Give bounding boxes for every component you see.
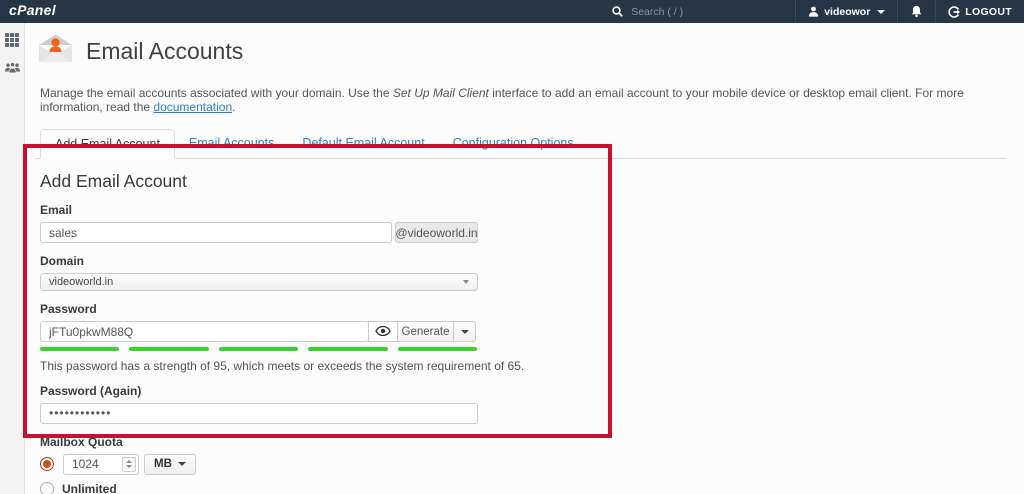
eye-icon: [375, 323, 391, 341]
description-italic: Set Up Mail Client: [392, 86, 489, 100]
cpanel-logo: cPanel: [9, 2, 56, 18]
logout-button[interactable]: LOGOUT: [935, 0, 1024, 23]
notifications-button[interactable]: [897, 0, 935, 23]
left-sidebar: [0, 23, 25, 494]
search-input[interactable]: Search ( / ): [600, 0, 795, 23]
tab-default-email-account[interactable]: Default Email Account: [288, 129, 438, 159]
password-input[interactable]: [40, 321, 369, 342]
page-description: Manage the email accounts associated wit…: [40, 86, 1006, 114]
quota-spinner[interactable]: [122, 456, 136, 472]
email-domain-addon: @videoworld.in: [395, 222, 478, 243]
spinner-down-icon: [126, 465, 132, 468]
chevron-down-icon: [177, 462, 186, 466]
select-caret-icon: [463, 280, 469, 284]
logout-label: LOGOUT: [965, 5, 1012, 18]
email-input[interactable]: [40, 222, 392, 243]
quota-unit-value: MB: [154, 458, 172, 470]
tab-configuration-options[interactable]: Configuration Options: [439, 129, 588, 159]
quota-unlimited-radio[interactable]: [40, 481, 54, 494]
chevron-down-icon: [877, 9, 886, 14]
topbar: cPanel Search ( / ) videowor LOGOUT: [0, 0, 1024, 23]
main-content: Email Accounts Manage the email accounts…: [25, 23, 1024, 494]
mailbox-quota-label: Mailbox Quota: [40, 434, 123, 449]
spinner-up-icon: [126, 460, 132, 463]
email-label: Email: [40, 203, 73, 217]
password-strength-bar: [40, 347, 478, 351]
add-email-form: Add Email Account Email @videoworld.in D…: [35, 159, 1006, 494]
logout-icon: [948, 5, 961, 18]
quota-unit-button[interactable]: MB: [144, 453, 196, 475]
search-icon: [612, 6, 624, 17]
quota-unlimited-label: Unlimited: [62, 481, 117, 494]
generate-options-button[interactable]: [453, 321, 476, 342]
description-text: Manage the email accounts associated wit…: [40, 86, 393, 100]
tab-add-email-account[interactable]: Add Email Account: [40, 129, 175, 159]
password-again-input[interactable]: [40, 402, 478, 424]
domain-label: Domain: [40, 254, 85, 268]
show-password-button[interactable]: [368, 321, 398, 342]
documentation-link[interactable]: documentation: [153, 100, 232, 114]
bell-icon: [910, 5, 923, 18]
email-accounts-icon: [37, 33, 74, 69]
tab-email-accounts[interactable]: Email Accounts: [175, 129, 288, 159]
search-placeholder: Search ( / ): [631, 5, 684, 18]
generate-password-button[interactable]: Generate: [397, 321, 454, 342]
password-label: Password: [40, 302, 97, 316]
chevron-down-icon: [460, 329, 469, 334]
page-header: Email Accounts: [37, 33, 1006, 69]
password-again-label: Password (Again): [40, 383, 142, 398]
user-menu[interactable]: videowor: [795, 0, 897, 23]
quota-fixed-radio[interactable]: [40, 457, 54, 471]
form-heading: Add Email Account: [40, 171, 187, 191]
user-icon: [808, 6, 819, 17]
domain-select[interactable]: videoworld.in: [40, 273, 478, 291]
password-strength-text: This password has a strength of 95, whic…: [40, 358, 525, 373]
user-name: videowor: [824, 5, 871, 18]
apps-grid-icon[interactable]: [5, 33, 19, 47]
page-title: Email Accounts: [86, 37, 244, 64]
domain-selected-value: videoworld.in: [49, 276, 114, 288]
description-text: .: [232, 100, 236, 114]
user-groups-icon[interactable]: [4, 61, 21, 79]
tab-bar: Add Email Account Email Accounts Default…: [35, 129, 1006, 159]
